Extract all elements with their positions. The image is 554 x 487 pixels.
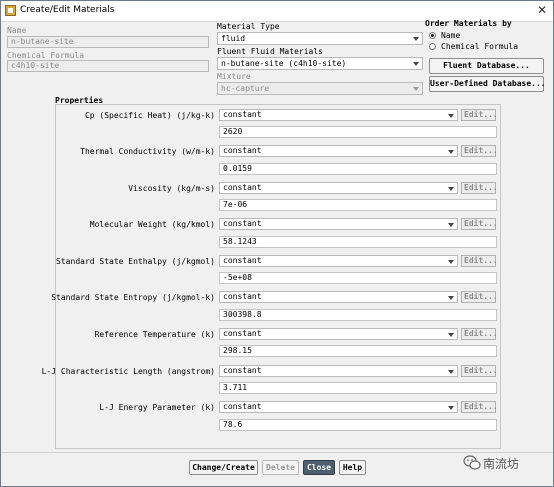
mixture-select[interactable]: hc-capture	[217, 82, 423, 95]
chevron-down-icon	[448, 260, 454, 264]
property-method-select[interactable]: constant	[219, 365, 458, 377]
chevron-down-icon	[413, 37, 419, 41]
property-edit-button[interactable]: Edit...	[461, 218, 498, 230]
close-window-icon[interactable]: ✕	[534, 3, 550, 18]
property-value-field[interactable]: 3.711	[219, 382, 497, 394]
property-label: L-J Energy Parameter (k)	[99, 403, 215, 412]
order-option-label: Name	[441, 31, 461, 40]
property-method-value: constant	[223, 329, 262, 338]
property-method-select[interactable]: constant	[219, 291, 458, 303]
material-type-label: Material Type	[217, 22, 280, 31]
property-label: Cp (Specific Heat) (j/kg-k)	[84, 111, 215, 120]
property-label: Reference Temperature (k)	[94, 330, 215, 339]
property-method-value: constant	[223, 256, 262, 265]
chemical-formula-label: Chemical Formula	[7, 51, 85, 60]
chevron-down-icon	[448, 406, 454, 410]
property-method-value: constant	[223, 183, 262, 192]
property-method-value: constant	[223, 219, 262, 228]
order-option-label: Chemical Formula	[441, 42, 519, 51]
close-button[interactable]: Close	[303, 460, 335, 475]
mixture-label: Mixture	[217, 72, 251, 81]
radio-selected-icon	[429, 32, 436, 39]
name-field[interactable]: n-butane-site	[7, 36, 209, 48]
property-method-select[interactable]: constant	[219, 255, 458, 267]
create-edit-materials-dialog: Create/Edit Materials ✕ Name n-butane-si…	[0, 0, 554, 487]
property-value-field[interactable]: 7e-06	[219, 199, 497, 211]
property-label: Molecular Weight (kg/kmol)	[89, 220, 215, 229]
property-value-field[interactable]: 300398.8	[219, 309, 497, 321]
property-method-select[interactable]: constant	[219, 218, 458, 230]
property-value-field[interactable]: 0.0159	[219, 163, 497, 175]
chevron-down-icon	[448, 187, 454, 191]
property-value-field[interactable]: -5e+08	[219, 272, 497, 284]
property-edit-button[interactable]: Edit...	[461, 328, 498, 340]
property-method-value: constant	[223, 402, 262, 411]
property-method-select[interactable]: constant	[219, 182, 458, 194]
property-value-field[interactable]: 2620	[219, 126, 497, 138]
property-method-select[interactable]: constant	[219, 328, 458, 340]
chemical-formula-field[interactable]: c4h10-site	[7, 60, 209, 72]
property-edit-button[interactable]: Edit...	[461, 365, 498, 377]
property-value-field[interactable]: 58.1243	[219, 236, 497, 248]
property-label: Standard State Enthalpy (j/kgmol)	[56, 257, 215, 266]
property-edit-button[interactable]: Edit...	[461, 255, 498, 267]
property-edit-button[interactable]: Edit...	[461, 401, 498, 413]
chevron-down-icon	[413, 87, 419, 91]
radio-unselected-icon	[429, 43, 436, 50]
delete-button[interactable]: Delete	[262, 460, 299, 475]
watermark-text: 南流坊	[483, 457, 520, 471]
change-create-button[interactable]: Change/Create	[189, 460, 258, 475]
fluent-fluid-materials-label: Fluent Fluid Materials	[217, 47, 323, 56]
property-method-select[interactable]: constant	[219, 109, 458, 121]
order-materials-label: Order Materials by	[425, 19, 512, 28]
property-method-select[interactable]: constant	[219, 401, 458, 413]
property-value-field[interactable]: 298.15	[219, 345, 497, 357]
mixture-value: hc-capture	[221, 84, 270, 93]
property-label: Thermal Conductivity (w/m-k)	[80, 147, 215, 156]
window-title: Create/Edit Materials	[20, 5, 115, 15]
chevron-down-icon	[413, 62, 419, 66]
fluent-fluid-materials-value: n-butane-site (c4h10-site)	[221, 59, 347, 68]
material-type-select[interactable]: fluid	[217, 32, 423, 45]
material-type-value: fluid	[221, 34, 246, 43]
property-edit-button[interactable]: Edit...	[461, 291, 498, 303]
help-button[interactable]: Help	[339, 460, 366, 475]
chevron-down-icon	[448, 223, 454, 227]
chevron-down-icon	[448, 370, 454, 374]
fluent-database-button[interactable]: Fluent Database...	[429, 58, 544, 74]
property-method-select[interactable]: constant	[219, 145, 458, 157]
property-label: Standard State Entropy (j/kgmol-k)	[51, 293, 215, 302]
footer-divider	[1, 452, 553, 453]
property-edit-button[interactable]: Edit...	[461, 109, 498, 121]
user-defined-database-button[interactable]: User-Defined Database...	[429, 76, 546, 92]
property-label: Viscosity (kg/m-s)	[128, 184, 215, 193]
property-method-value: constant	[223, 366, 262, 375]
property-edit-button[interactable]: Edit...	[461, 182, 498, 194]
chevron-down-icon	[448, 114, 454, 118]
fluent-fluid-materials-select[interactable]: n-butane-site (c4h10-site)	[217, 57, 423, 70]
property-method-value: constant	[223, 146, 262, 155]
wechat-icon	[463, 455, 481, 470]
name-label: Name	[7, 26, 27, 35]
property-method-value: constant	[223, 292, 262, 301]
property-label: L-J Characteristic Length (angstrom)	[41, 367, 215, 376]
chevron-down-icon	[448, 150, 454, 154]
property-value-field[interactable]: 78.6	[219, 419, 497, 431]
property-method-value: constant	[223, 110, 262, 119]
chevron-down-icon	[448, 296, 454, 300]
chevron-down-icon	[448, 333, 454, 337]
app-icon	[5, 5, 16, 16]
property-edit-button[interactable]: Edit...	[461, 145, 498, 157]
